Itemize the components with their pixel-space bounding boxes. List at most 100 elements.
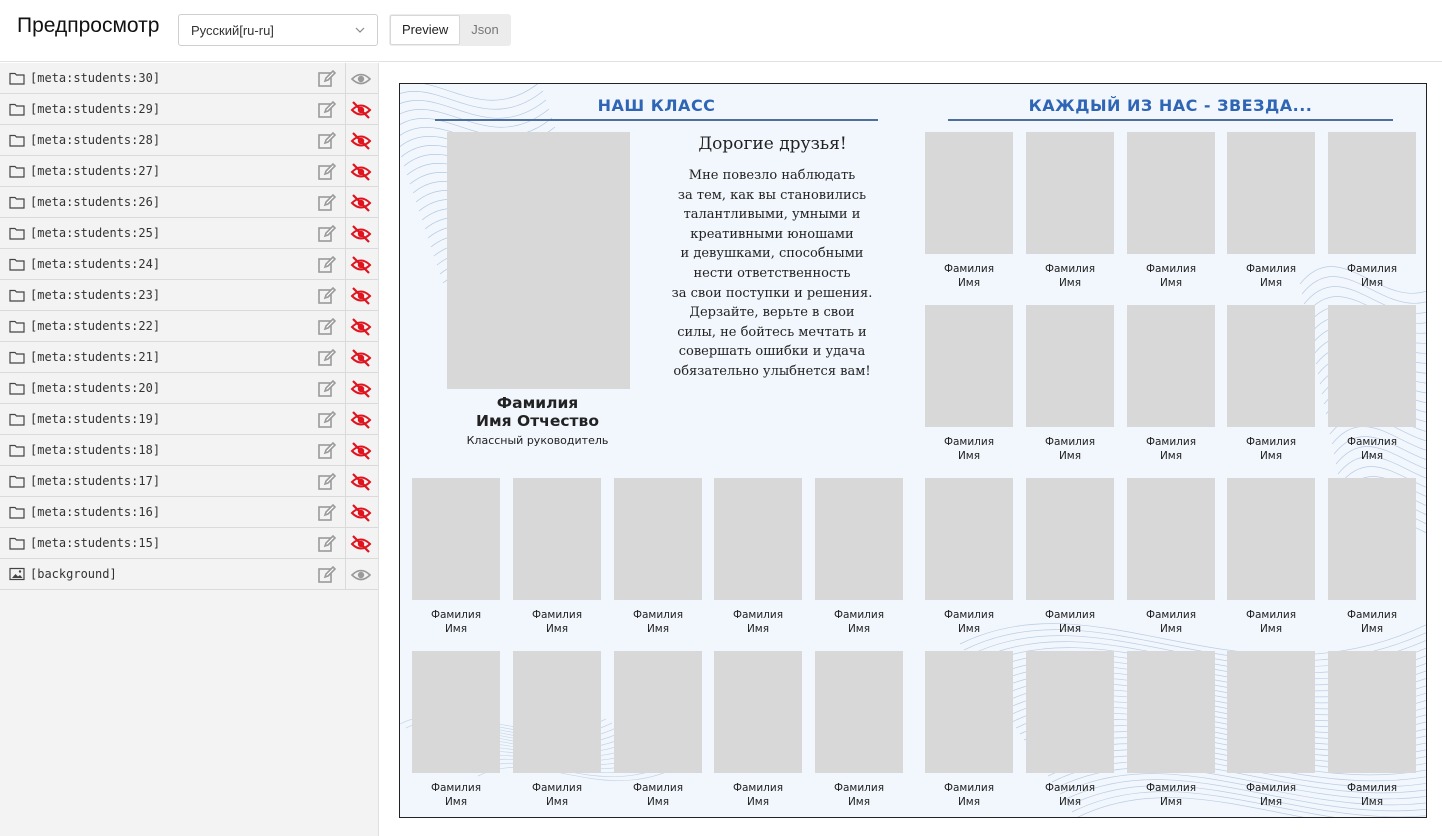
layer-row[interactable]: [meta:students:22]: [0, 311, 378, 342]
layer-row[interactable]: [meta:students:24]: [0, 249, 378, 280]
edit-icon[interactable]: [317, 348, 337, 368]
student-photo-placeholder: [1127, 132, 1215, 254]
eye-off-icon[interactable]: [350, 534, 372, 554]
layer-label: [meta:students:30]: [30, 71, 161, 85]
layer-row[interactable]: [meta:students:28]: [0, 125, 378, 156]
layer-row[interactable]: [meta:students:27]: [0, 156, 378, 187]
layer-label: [meta:students:17]: [30, 474, 161, 488]
edit-icon[interactable]: [317, 503, 337, 523]
student-name: Фамилия Имя: [1245, 609, 1297, 635]
layer-row[interactable]: [meta:students:26]: [0, 187, 378, 218]
edit-icon[interactable]: [317, 565, 337, 585]
student-card: Фамилия Имя: [815, 478, 903, 636]
eye-off-icon[interactable]: [350, 348, 372, 368]
layer-row[interactable]: [meta:students:20]: [0, 373, 378, 404]
student-name: Фамилия Имя: [1145, 263, 1197, 289]
folder-icon: [9, 72, 25, 85]
layer-row[interactable]: [meta:students:21]: [0, 342, 378, 373]
layer-row[interactable]: [meta:students:23]: [0, 280, 378, 311]
edit-icon[interactable]: [317, 131, 337, 151]
edit-icon[interactable]: [317, 162, 337, 182]
edit-icon[interactable]: [317, 534, 337, 554]
tab-preview[interactable]: Preview: [390, 15, 461, 45]
teacher-name-line: Фамилия: [496, 394, 579, 412]
student-name: Фамилия Имя: [833, 782, 885, 808]
folder-icon: [9, 506, 25, 519]
student-photo-placeholder: [614, 478, 702, 600]
student-name: Фамилия Имя: [430, 609, 482, 635]
eye-off-icon[interactable]: [350, 255, 372, 275]
student-name: Фамилия Имя: [1044, 609, 1096, 635]
divider: [345, 125, 346, 155]
student-card: Фамилия Имя: [412, 651, 500, 809]
eye-off-icon[interactable]: [350, 379, 372, 399]
eye-off-icon[interactable]: [350, 472, 372, 492]
eye-off-icon[interactable]: [350, 441, 372, 461]
student-name: Фамилия Имя: [1245, 782, 1297, 808]
layer-row[interactable]: [meta:students:17]: [0, 466, 378, 497]
folder-icon: [9, 258, 25, 271]
divider: [345, 559, 346, 589]
layer-row[interactable]: [meta:students:25]: [0, 218, 378, 249]
eye-off-icon[interactable]: [350, 224, 372, 244]
divider: [345, 187, 346, 217]
student-name: Фамилия Имя: [833, 609, 885, 635]
layer-label: [meta:students:26]: [30, 195, 161, 209]
student-card: Фамилия Имя: [925, 305, 1013, 463]
layer-row[interactable]: [meta:students:30]: [0, 63, 378, 94]
edit-icon[interactable]: [317, 224, 337, 244]
divider: [345, 342, 346, 372]
student-photo-placeholder: [1127, 478, 1215, 600]
divider: [345, 280, 346, 310]
divider: [345, 497, 346, 527]
language-select[interactable]: Русский[ru-ru]: [178, 14, 378, 46]
eye-off-icon[interactable]: [350, 286, 372, 306]
folder-icon: [9, 227, 25, 240]
layer-row[interactable]: [meta:students:18]: [0, 435, 378, 466]
layer-row[interactable]: [meta:students:15]: [0, 528, 378, 559]
layer-row[interactable]: [background]: [0, 559, 378, 590]
layer-label: [meta:students:20]: [30, 381, 161, 395]
edit-icon[interactable]: [317, 472, 337, 492]
edit-icon[interactable]: [317, 255, 337, 275]
student-card: Фамилия Имя: [1328, 132, 1416, 290]
divider: [345, 435, 346, 465]
student-card: Фамилия Имя: [1026, 132, 1114, 290]
edit-icon[interactable]: [317, 69, 337, 89]
edit-icon[interactable]: [317, 441, 337, 461]
eye-off-icon[interactable]: [350, 317, 372, 337]
eye-icon[interactable]: [350, 69, 372, 89]
divider: [345, 156, 346, 186]
language-select-value: Русский[ru-ru]: [191, 23, 274, 38]
eye-off-icon[interactable]: [350, 131, 372, 151]
layer-row[interactable]: [meta:students:16]: [0, 497, 378, 528]
page-title: Предпросмотр: [17, 14, 160, 37]
eye-off-icon[interactable]: [350, 410, 372, 430]
layer-label: [background]: [30, 567, 117, 581]
student-name: Фамилия Имя: [1145, 436, 1197, 462]
student-photo-placeholder: [815, 478, 903, 600]
student-photo-placeholder: [1227, 132, 1315, 254]
edit-icon[interactable]: [317, 100, 337, 120]
eye-off-icon[interactable]: [350, 503, 372, 523]
eye-icon[interactable]: [350, 565, 372, 585]
layer-label: [meta:students:21]: [30, 350, 161, 364]
edit-icon[interactable]: [317, 410, 337, 430]
student-card: Фамилия Имя: [714, 478, 802, 636]
student-card: Фамилия Имя: [1227, 305, 1315, 463]
student-card: Фамилия Имя: [513, 478, 601, 636]
eye-off-icon[interactable]: [350, 193, 372, 213]
edit-icon[interactable]: [317, 286, 337, 306]
layer-row[interactable]: [meta:students:29]: [0, 94, 378, 125]
student-name: Фамилия Имя: [943, 263, 995, 289]
edit-icon[interactable]: [317, 317, 337, 337]
eye-off-icon[interactable]: [350, 162, 372, 182]
student-card: Фамилия Имя: [614, 478, 702, 636]
layer-row[interactable]: [meta:students:19]: [0, 404, 378, 435]
student-card: Фамилия Имя: [513, 651, 601, 809]
edit-icon[interactable]: [317, 379, 337, 399]
eye-off-icon[interactable]: [350, 100, 372, 120]
edit-icon[interactable]: [317, 193, 337, 213]
tab-json[interactable]: Json: [460, 15, 509, 45]
layers-panel: [meta:students:30] [meta:students:29] [met…: [0, 63, 379, 836]
